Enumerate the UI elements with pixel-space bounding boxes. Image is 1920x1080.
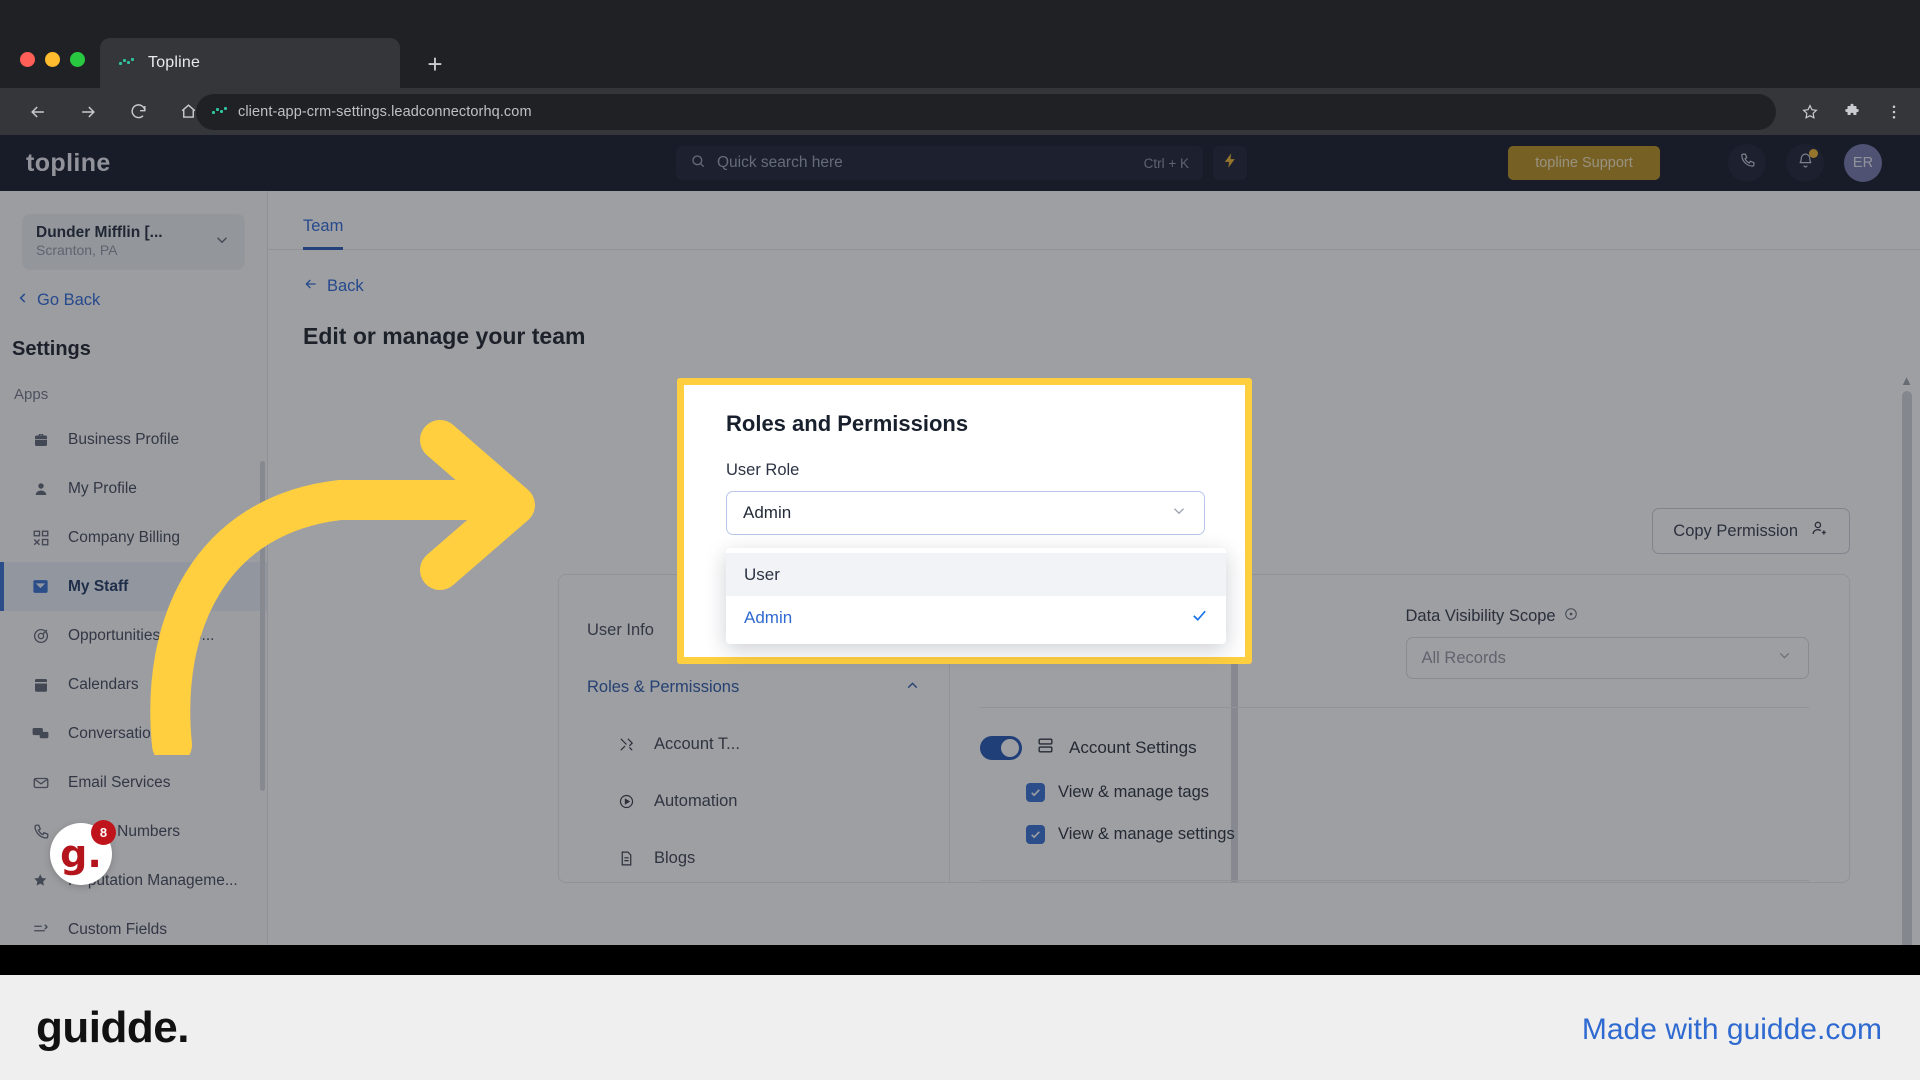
user-role-select[interactable]: Admin	[726, 491, 1205, 535]
made-with-guidde-text: Made with guidde.com	[1581, 1013, 1882, 1046]
user-role-option-user[interactable]: User	[726, 553, 1226, 596]
guidde-logo: guidde.	[36, 1003, 189, 1052]
reload-icon[interactable]	[118, 92, 158, 132]
roles-permissions-dropdown-callout: Roles and Permissions User Role Admin Us…	[677, 378, 1252, 664]
extensions-puzzle-icon[interactable]	[1838, 98, 1866, 126]
user-role-option-admin[interactable]: Admin	[726, 596, 1226, 639]
user-role-label: User Role	[726, 461, 800, 479]
option-label: User	[744, 564, 780, 584]
bookmark-star-icon[interactable]	[1796, 98, 1824, 126]
chevron-down-icon	[1170, 502, 1188, 525]
maximize-window-button[interactable]	[70, 52, 85, 67]
black-band	[0, 945, 1920, 975]
browser-tab[interactable]: Topline	[100, 38, 400, 88]
check-icon	[1191, 607, 1208, 629]
address-bar[interactable]: client-app-crm-settings.leadconnectorhq.…	[196, 94, 1776, 130]
window-traffic-lights[interactable]	[20, 52, 85, 67]
chrome-toolbar-right	[1796, 94, 1908, 130]
option-label: Admin	[744, 607, 793, 627]
guidde-badge-count: 8	[91, 820, 116, 845]
favicon-icon	[118, 54, 136, 72]
close-window-button[interactable]	[20, 52, 35, 67]
footer-bar: guidde. Made with guidde.com	[0, 975, 1920, 1080]
dropdown-title: Roles and Permissions	[726, 411, 969, 436]
back-arrow-icon[interactable]	[18, 92, 58, 132]
forward-arrow-icon[interactable]	[68, 92, 108, 132]
browser-chrome: Topline + client-app-crm-settings.leadco…	[0, 0, 1920, 135]
new-tab-button[interactable]: +	[418, 48, 452, 82]
address-bar-url: client-app-crm-settings.leadconnectorhq.…	[238, 104, 532, 120]
three-dot-menu-icon[interactable]	[1880, 98, 1908, 126]
user-role-options-menu: User Admin	[726, 548, 1226, 644]
omnibox-row: client-app-crm-settings.leadconnectorhq.…	[0, 88, 1920, 135]
tab-strip: Topline +	[0, 0, 1920, 88]
user-role-selected-value: Admin	[743, 503, 792, 522]
site-favicon-icon	[212, 104, 228, 120]
guidde-widget-badge[interactable]: g. 8	[50, 820, 116, 885]
tab-title: Topline	[148, 54, 201, 71]
screenshot-root: Topline + client-app-crm-settings.leadco…	[0, 0, 1920, 1080]
minimize-window-button[interactable]	[45, 52, 60, 67]
